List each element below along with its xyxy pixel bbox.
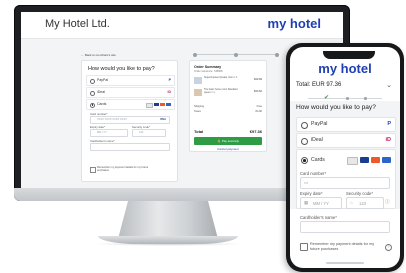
summary-title: Order Summary <box>194 65 222 69</box>
item-name: The basic home room Standard queen × 1 <box>204 88 238 94</box>
total-row: Total €97.36 <box>194 129 262 134</box>
pay-securely-button[interactable]: 🔒 Pay securely <box>194 137 262 145</box>
taxes-row: Taxes €4.90 <box>194 110 262 113</box>
order-summary: Order Summary Order reference: 728968 Su… <box>189 60 267 152</box>
radio-button-selected[interactable] <box>301 157 308 164</box>
cvc-placeholder: 123 <box>139 131 144 134</box>
check-icon: ✔ <box>324 95 330 101</box>
option-label: Cards <box>311 156 325 163</box>
summary-item: Superimposed private room × 1 €22.84 <box>194 76 262 85</box>
chevron-down-icon[interactable]: ⌄ <box>386 81 392 89</box>
remember-text: Remember my payment details for my futur… <box>97 166 149 172</box>
taxes-value: €4.90 <box>255 110 263 113</box>
payment-option-cards[interactable]: Cards <box>86 99 175 110</box>
home-indicator <box>326 262 364 264</box>
holder-field[interactable] <box>300 221 390 233</box>
ideal-icon: iD <box>167 90 172 94</box>
summary-item: The basic home room Standard queen × 1 €… <box>194 88 262 97</box>
ideal-icon: iD <box>385 136 392 143</box>
cards-icon <box>146 102 171 108</box>
payment-option-ideal[interactable]: iDeal iD <box>296 133 396 148</box>
cvc-placeholder: 123 <box>359 200 366 206</box>
card-number-field[interactable]: XXXX XXXX XXXX XXXX VISA <box>90 116 170 124</box>
cards-icon <box>347 156 391 165</box>
shipping-row: Shipping Free <box>194 105 262 108</box>
radio-button-selected[interactable] <box>90 102 95 108</box>
step-dot <box>234 52 238 57</box>
paypal-icon: P <box>387 120 391 127</box>
payment-question: How would you like to pay? <box>88 66 155 72</box>
card-icon: ▭ <box>304 180 309 185</box>
total-label: Total <box>194 129 204 134</box>
card-number-field[interactable]: ▭ <box>300 177 390 189</box>
remember-checkbox[interactable] <box>300 243 308 251</box>
mobile-phone: my hotel Total: EUR 97.36 ⌄ ✔ How would … <box>286 43 404 272</box>
card-number-placeholder: XXXX XXXX XXXX XXXX <box>97 118 127 121</box>
back-link[interactable]: ← Back to merchant's site <box>81 53 116 57</box>
remember-checkbox[interactable] <box>90 167 96 173</box>
total-value: €97.36 <box>249 129 262 134</box>
option-label: iDeal <box>97 90 105 94</box>
payment-option-paypal[interactable]: PayPal P <box>296 117 396 132</box>
option-label: iDeal <box>311 137 323 143</box>
holder-field[interactable] <box>90 143 170 151</box>
item-thumbnail <box>194 89 202 96</box>
info-icon[interactable]: ? <box>385 244 392 251</box>
step-dot <box>275 52 279 57</box>
payment-option-ideal[interactable]: iDeal iD <box>86 87 175 98</box>
phone-notch <box>323 51 375 59</box>
expiry-field[interactable]: ▦ MM / YY <box>300 197 342 209</box>
radio-button[interactable] <box>90 90 95 96</box>
mobile-screen: my hotel Total: EUR 97.36 ⌄ ✔ How would … <box>290 47 400 268</box>
cvc-label: Security code* <box>346 191 373 196</box>
cvc-field[interactable]: 123 <box>132 129 166 137</box>
expiry-placeholder: MM / YY <box>313 200 329 206</box>
radio-button[interactable] <box>90 78 95 84</box>
holder-label: Cardholder's name* <box>300 215 337 220</box>
shipping-value: Free <box>256 105 262 108</box>
radio-button[interactable] <box>301 137 308 145</box>
expiry-field[interactable]: MM / YY <box>90 129 128 137</box>
monitor-stand-neck <box>118 201 218 239</box>
lock-icon: ⌂ <box>350 200 353 205</box>
taxes-label: Taxes <box>194 110 201 113</box>
item-name: Superimposed private room × 1 <box>204 76 238 79</box>
help-icon[interactable]: ⓘ <box>385 199 390 205</box>
item-price: €22.84 <box>254 78 262 81</box>
radio-button[interactable] <box>301 121 308 129</box>
cvc-field[interactable]: ⌂ 123 <box>346 197 384 209</box>
calendar-icon: ▦ <box>304 200 309 205</box>
visa-icon: VISA <box>159 118 166 121</box>
item-thumbnail <box>194 77 202 84</box>
desktop-header: My Hotel Ltd. my hotel <box>21 12 343 39</box>
payment-option-paypal[interactable]: PayPal P <box>86 75 175 86</box>
paypal-icon: P <box>168 78 171 82</box>
cancel-payment-link[interactable]: Cancel payment <box>194 147 262 151</box>
monitor-stand-base <box>98 236 238 244</box>
order-reference: Order reference: 728968 <box>194 70 223 73</box>
shipping-label: Shipping <box>194 105 205 108</box>
order-total[interactable]: Total: EUR 97.36 <box>296 82 341 88</box>
brand-logo: my hotel <box>267 16 321 31</box>
expiry-label: Expiry date* <box>300 191 323 196</box>
progress-line <box>308 98 382 99</box>
step-dot <box>346 96 349 100</box>
item-price: €24.62 <box>254 90 262 93</box>
option-label: PayPal <box>311 121 328 127</box>
option-label: Cards <box>97 102 107 106</box>
hotel-name: My Hotel Ltd. <box>45 18 110 30</box>
payment-question: How would you like to pay? <box>296 104 376 111</box>
expiry-placeholder: MM / YY <box>97 131 107 134</box>
brand-logo: my hotel <box>318 61 372 76</box>
step-dot <box>364 96 367 100</box>
progress-steps <box>193 52 279 58</box>
card-number-label: Card number* <box>300 171 327 176</box>
step-dot <box>193 52 197 57</box>
payment-methods-card: How would you like to pay? PayPal P iDea… <box>81 60 178 182</box>
remember-text: Remember my payment details for my futur… <box>310 242 375 251</box>
option-label: PayPal <box>97 78 109 82</box>
